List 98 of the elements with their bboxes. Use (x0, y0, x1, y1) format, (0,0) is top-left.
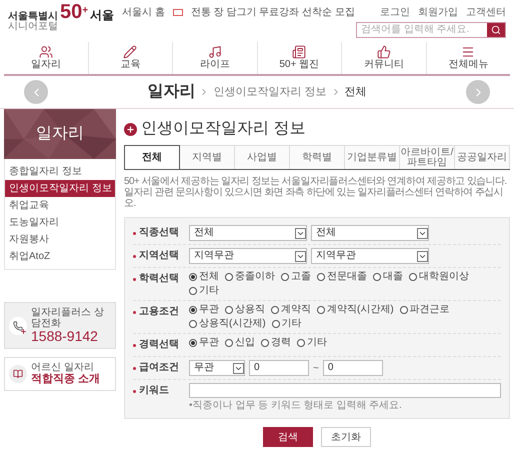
logo-number: 50$^{+}$ (60, 2, 88, 22)
radio-option[interactable]: 고졸 (281, 271, 311, 283)
guide-title: 적합직종 소개 (31, 373, 100, 386)
dropdown[interactable]: 전체 (189, 225, 307, 241)
filter-label: 키워드 (139, 384, 170, 398)
logo-city: 서울 (90, 8, 114, 22)
header-link[interactable]: 회원가입 (418, 4, 458, 20)
filter-label: 지역선택 (139, 249, 180, 263)
sidebar-item[interactable]: 취업교육 (5, 197, 115, 214)
thumbs-up-icon (376, 45, 391, 59)
phone-icon (9, 316, 27, 334)
breadcrumb-section: 일자리 (147, 80, 196, 104)
filter-label: 고용조건 (139, 305, 180, 319)
tab[interactable]: 사업별 (235, 145, 290, 169)
bullet-icon (133, 390, 136, 393)
radio-option[interactable]: 대졸 (373, 271, 403, 283)
pencil-icon (123, 45, 138, 59)
phone-card[interactable]: 일자리플러스 상담전화 1588-9142 (4, 302, 116, 349)
guide-label: 어르신 일자리 (31, 362, 95, 373)
radio-option[interactable]: 파견근로 (400, 304, 450, 316)
sidebar-item[interactable]: 취업AtoZ (5, 248, 115, 265)
radio-option[interactable]: 계약직 (271, 304, 311, 316)
description-text: 50+ 서울에서 제공하는 일자리 정보는 서울일자리플러스센터와 연계하여 제공하고 있습니다. (124, 176, 508, 187)
radio-option[interactable]: 전문대졸 (317, 271, 367, 283)
radio-option[interactable]: 무관 (189, 337, 219, 349)
book-icon (9, 365, 27, 383)
header-link[interactable]: 고객센터 (466, 4, 506, 20)
logo-subtitle: 시니어포털 (8, 22, 58, 34)
guide-card[interactable]: 어르신 일자리 적합직종 소개 (4, 357, 116, 391)
radio-option[interactable]: 기타 (189, 285, 219, 297)
sidebar-item[interactable]: 자원봉사 (5, 231, 115, 248)
description-text: 일자리 관련 문의사항이 있으시면 화면 좌측 하단에 있는 일자리플러스센터 연락하여 주십시오. (124, 187, 504, 209)
tab[interactable]: 지역별 (180, 145, 235, 169)
radio-option[interactable]: 계약직(시간제) (317, 304, 394, 316)
music-icon (208, 45, 222, 59)
salary-to-field[interactable]: 0 (322, 360, 383, 376)
tab[interactable]: 아르바이트/ 파트타임 (400, 145, 455, 169)
home-link[interactable]: 서울시 홈 (122, 4, 165, 20)
header-link[interactable]: 로그인 (380, 4, 410, 20)
dropdown[interactable]: 지역무관 (311, 248, 429, 264)
phone-number: 1588-9142 (31, 329, 99, 344)
search-button[interactable] (487, 23, 505, 37)
salary-from-field[interactable]: 0 (249, 360, 309, 376)
nav-item[interactable]: 교육 (88, 42, 172, 74)
sidebar-title: 일자리 (36, 124, 84, 144)
radio-option[interactable]: 신입 (225, 337, 255, 349)
sidebar-item[interactable]: 도농일자리 (5, 214, 115, 231)
tab[interactable]: 공공일자리 (455, 145, 510, 169)
dropdown[interactable]: 무관 (189, 360, 245, 376)
reset-button[interactable]: 초기화 (321, 427, 371, 447)
radio-option[interactable]: 대학원이상 (409, 271, 469, 283)
nav-item[interactable]: 일자리 (4, 42, 88, 74)
bullet-icon (133, 367, 136, 370)
radio-option[interactable]: 상용직(시간제) (189, 318, 266, 330)
previous-button[interactable] (24, 80, 48, 104)
bullet-icon (133, 344, 136, 347)
nav-item[interactable]: 전체메뉴 (426, 42, 510, 74)
radio-option[interactable]: 상용직 (225, 304, 265, 316)
newspaper-icon (292, 45, 306, 59)
notice-link[interactable]: 전통 장 담그기 무료강좌 선착순 모집 (190, 4, 355, 20)
radio-option[interactable]: 기타 (297, 337, 327, 349)
bullet-icon (133, 311, 136, 314)
sidebar-item[interactable]: 인생이모작일자리 정보 (5, 180, 115, 197)
keyword-hint: •직종이나 업무 등 키워드 형태로 입력해 주세요. (189, 400, 403, 411)
next-button[interactable] (466, 80, 490, 104)
breadcrumb-item[interactable]: 전체 (344, 84, 367, 100)
dropdown[interactable]: 지역무관 (189, 248, 307, 264)
phone-label: 일자리플러스 상담전화 (31, 307, 105, 329)
search-submit-button[interactable]: 검색 (263, 427, 313, 447)
search-icon (491, 25, 501, 35)
radio-option[interactable]: 전체 (189, 271, 219, 283)
tab[interactable]: 전체 (124, 145, 180, 169)
bullet-icon (133, 255, 136, 258)
dropdown[interactable]: 전체 (311, 225, 429, 241)
tab[interactable]: 기업분류별 (345, 145, 400, 169)
range-separator: ~ (313, 362, 319, 376)
bullet-icon (133, 278, 136, 281)
radio-option[interactable]: 무관 (189, 304, 219, 316)
radio-option[interactable]: 기타 (272, 318, 302, 330)
radio-option[interactable]: 경력 (261, 337, 291, 349)
bullet-icon (133, 232, 136, 235)
nav-item[interactable]: 라이프 (172, 42, 256, 74)
filter-label: 직종선택 (139, 226, 180, 240)
sidebar-item[interactable]: 종합일자리 정보 (5, 163, 115, 180)
tab[interactable]: 학력별 (290, 145, 345, 169)
users-icon (38, 45, 53, 59)
nav-item[interactable]: 50+ 웹진 (256, 42, 341, 74)
logo-text: 서울특별시 (8, 12, 58, 22)
menu-icon (461, 45, 476, 59)
keyword-field[interactable] (189, 383, 501, 398)
filter-label: 학력선택 (139, 272, 180, 286)
nav-item[interactable]: 커뮤니티 (341, 42, 426, 74)
page-title: 인생이모작일자리 정보 (141, 119, 306, 139)
breadcrumb-item[interactable]: 인생이모작일자리 정보 (213, 84, 327, 100)
notice-tag-icon (172, 8, 183, 16)
radio-option[interactable]: 중졸이하 (225, 271, 275, 283)
filter-label: 급여조건 (139, 361, 180, 375)
filter-label: 경력선택 (139, 338, 180, 352)
